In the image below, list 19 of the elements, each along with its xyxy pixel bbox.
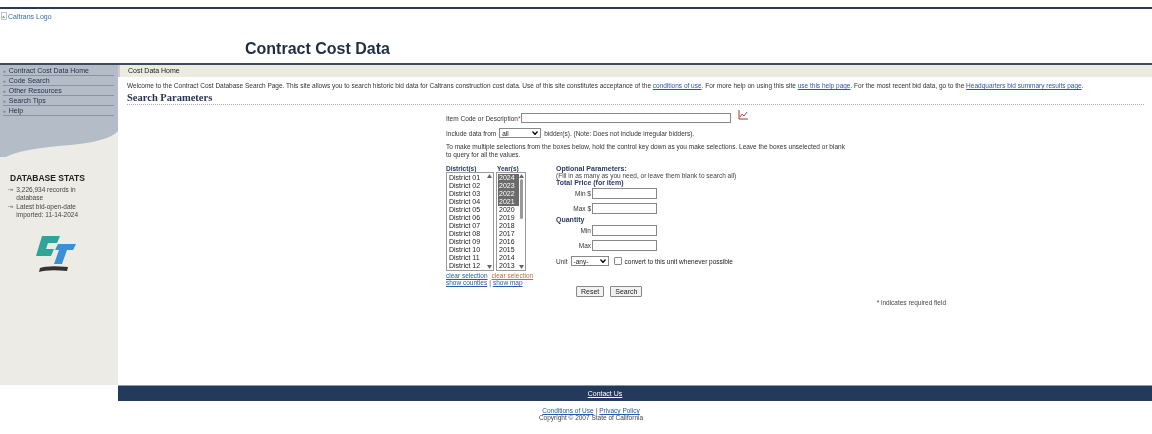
scroll-down-icon[interactable] (487, 265, 492, 269)
number-field[interactable] (592, 240, 657, 251)
number-field[interactable] (592, 188, 657, 199)
caret-icon[interactable] (599, 259, 606, 263)
page-title: Contract Cost Data (245, 40, 390, 58)
scrollbar[interactable] (487, 174, 492, 269)
scroll-up-icon[interactable] (519, 174, 524, 178)
stats-heading: DATABASE STATS (10, 173, 86, 183)
logo-icon (34, 234, 78, 274)
scroll-down-icon[interactable] (519, 265, 524, 269)
checkbox[interactable] (613, 257, 622, 265)
number-field[interactable] (592, 203, 657, 214)
item-code-field[interactable] (521, 113, 732, 123)
number-field[interactable] (592, 225, 657, 236)
section-heading: Search Parameters (127, 92, 1144, 105)
scrollbar[interactable] (519, 174, 524, 269)
caret-icon[interactable] (532, 131, 539, 135)
scroll-up-icon[interactable] (487, 174, 492, 178)
chart-icon[interactable] (738, 110, 749, 120)
